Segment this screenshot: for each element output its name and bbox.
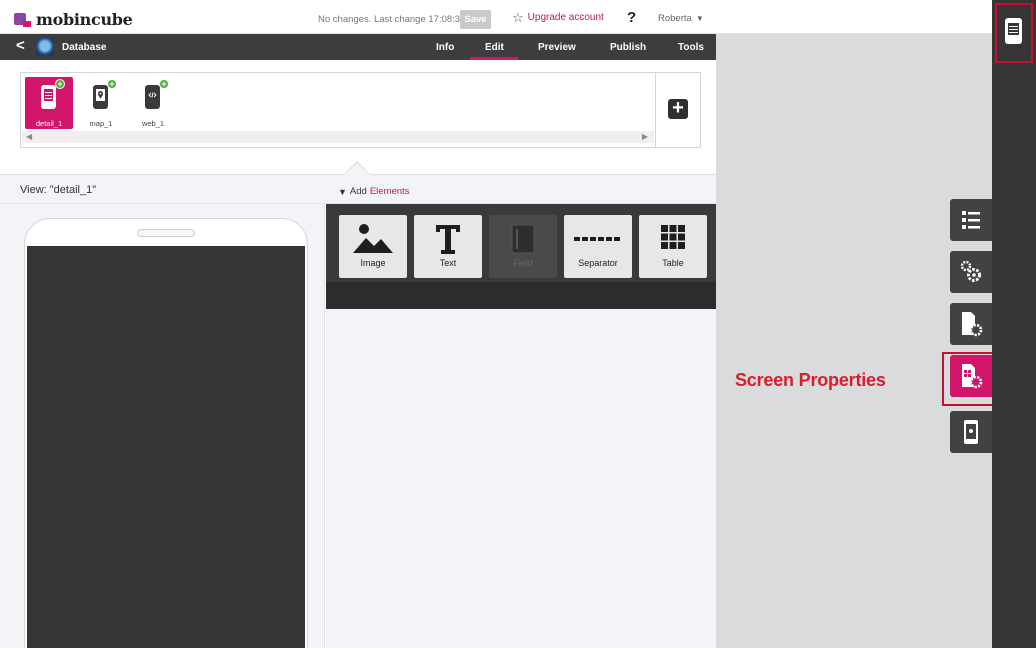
- help-button[interactable]: ?: [627, 9, 636, 26]
- logo-mark-icon: [14, 12, 32, 27]
- element-image-button[interactable]: Image: [339, 215, 407, 278]
- save-button[interactable]: Save: [460, 10, 491, 29]
- side-tool-list[interactable]: [950, 199, 992, 241]
- right-toolbar: [992, 0, 1036, 648]
- device-location-icon: [964, 420, 978, 444]
- screen-label: map_1: [89, 119, 113, 128]
- app-icon: [36, 38, 54, 56]
- phone-preview-column: [0, 204, 325, 648]
- user-menu[interactable]: Roberta ▼: [658, 13, 704, 24]
- tab-edit[interactable]: Edit: [485, 42, 504, 53]
- element-label: Table: [662, 258, 684, 268]
- mobincube-logo[interactable]: mobincube: [14, 10, 133, 29]
- screens-scrollbar[interactable]: ◀ ▶: [22, 131, 654, 143]
- elements-panel: Image Text Field Separator Table: [326, 204, 716, 648]
- element-label: Text: [439, 258, 457, 268]
- add-badge-icon: +: [159, 79, 169, 89]
- upgrade-account-label: Upgrade account: [527, 12, 604, 23]
- view-header: View: "detail_1" ▼ Add Elements: [0, 175, 716, 204]
- scroll-right-icon[interactable]: ▶: [642, 131, 648, 143]
- caret-down-icon: ▼: [338, 186, 347, 197]
- side-tool-page-settings[interactable]: [950, 303, 992, 345]
- add-badge-icon: +: [107, 79, 117, 89]
- screen-label: detail_1: [35, 119, 63, 128]
- add-elements-toggle[interactable]: ▼ Add Elements: [338, 186, 409, 197]
- page-settings-icon: [962, 312, 983, 337]
- tab-info[interactable]: Info: [436, 42, 454, 53]
- screen-properties-annotation: Screen Properties: [735, 370, 886, 390]
- back-arrow-icon[interactable]: <: [16, 37, 25, 54]
- add-badge-icon: +: [55, 79, 65, 89]
- map-screen-icon: [93, 85, 108, 109]
- tab-preview[interactable]: Preview: [538, 42, 576, 53]
- phone-frame: [24, 218, 308, 648]
- screen-label: web_1: [141, 119, 165, 128]
- table-icon: [661, 225, 685, 249]
- top-bar: mobincube No changes. Last change 17:08:…: [0, 0, 992, 34]
- scroll-left-icon[interactable]: ◀: [26, 131, 32, 143]
- phone-device-icon: [1005, 18, 1022, 44]
- element-label: Separator: [578, 258, 618, 268]
- element-table-button[interactable]: Table: [639, 215, 707, 278]
- add-elements-prefix: Add: [349, 186, 367, 197]
- chevron-down-icon: ▼: [695, 14, 704, 23]
- list-icon: [962, 211, 980, 229]
- side-tool-device[interactable]: [950, 411, 992, 453]
- screens-strip: + detail_1 + map_1 + web_1 ◀ ▶: [20, 72, 656, 148]
- image-icon: [353, 224, 393, 253]
- tab-tools[interactable]: Tools: [678, 42, 704, 53]
- add-screen-button[interactable]: +: [668, 98, 688, 119]
- upgrade-account-link[interactable]: ☆ Upgrade account: [512, 9, 604, 25]
- element-label: Field: [513, 258, 533, 268]
- star-icon: ☆: [512, 9, 524, 25]
- add-screen-panel: +: [655, 72, 701, 148]
- field-icon: [511, 224, 535, 254]
- app-name: Database: [62, 42, 107, 53]
- add-elements-link[interactable]: Elements: [370, 186, 410, 197]
- web-screen-icon: [145, 85, 160, 109]
- elements-toolbar: Image Text Field Separator Table: [326, 204, 716, 309]
- side-tool-settings[interactable]: [950, 251, 992, 293]
- separator-icon: [574, 237, 620, 241]
- element-text-button[interactable]: Text: [414, 215, 482, 278]
- view-title: View: "detail_1": [20, 184, 97, 196]
- save-status-text: No changes. Last change 17:08:32: [318, 14, 466, 25]
- settings-icon: [960, 260, 981, 282]
- element-label: Image: [360, 258, 386, 268]
- logo-text: mobincube: [36, 10, 133, 29]
- phone-speaker: [137, 229, 195, 237]
- screen-thumb-map-1[interactable]: + map_1: [77, 77, 125, 129]
- screen-thumb-detail-1[interactable]: + detail_1: [25, 77, 73, 129]
- app-navbar: < Database Info Edit Preview Publish Too…: [0, 34, 716, 60]
- element-field-button: Field: [489, 215, 557, 278]
- highlight-box: [942, 352, 994, 406]
- screen-icon: [41, 85, 56, 109]
- tab-publish[interactable]: Publish: [610, 42, 646, 53]
- text-icon: [436, 225, 460, 254]
- user-name: Roberta: [658, 13, 692, 24]
- element-separator-button[interactable]: Separator: [564, 215, 632, 278]
- active-tab-indicator: [470, 57, 518, 60]
- screen-thumb-web-1[interactable]: + web_1: [129, 77, 177, 129]
- phone-screen-canvas[interactable]: [27, 246, 305, 648]
